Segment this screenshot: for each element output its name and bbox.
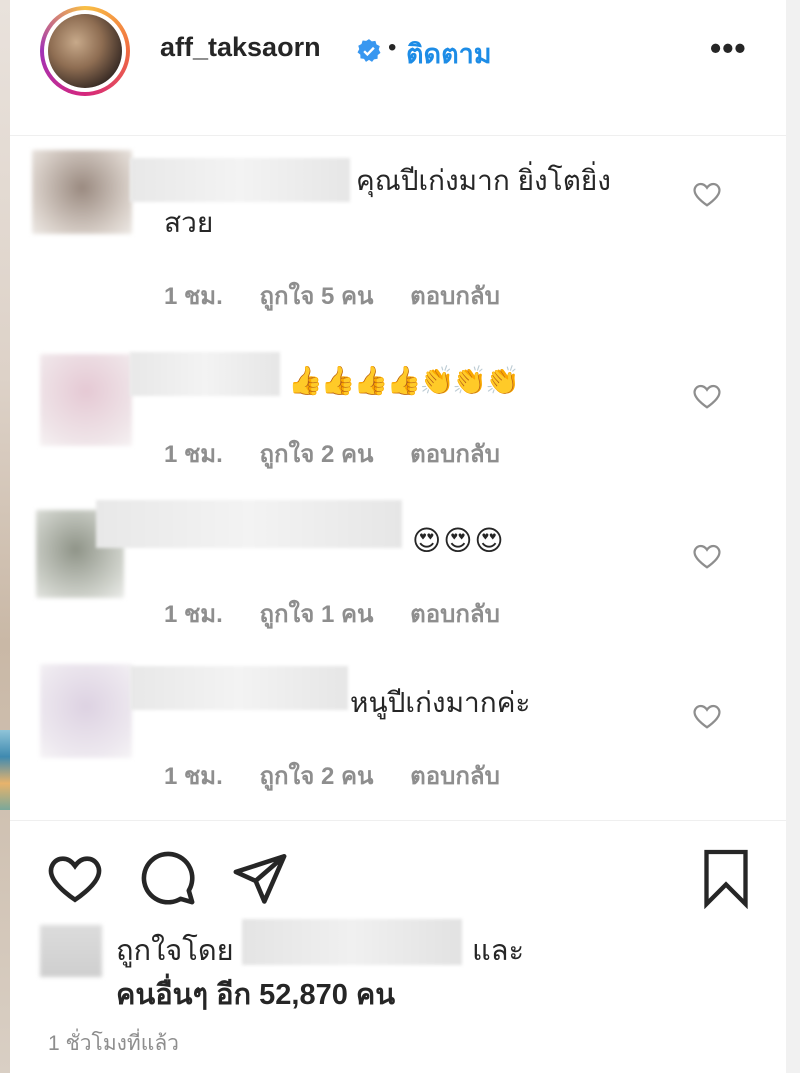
likes-count-link[interactable]: คนอื่นๆ อีก 52,870 คน bbox=[116, 971, 395, 1017]
comment-time: 1 ชม. bbox=[164, 763, 223, 790]
like-comment-heart-icon[interactable] bbox=[692, 542, 722, 570]
comment-meta: 1 ชม. ถูกใจ 2 คน ตอบกลับ bbox=[164, 756, 530, 795]
follow-button[interactable]: ติดตาม bbox=[406, 32, 492, 75]
comment-time: 1 ชม. bbox=[164, 283, 223, 310]
reply-button[interactable]: ตอบกลับ bbox=[410, 601, 500, 628]
commenter-name-blurred[interactable] bbox=[130, 352, 280, 396]
comment-likes[interactable]: ถูกใจ 5 คน bbox=[259, 283, 373, 310]
background-photo-detail bbox=[0, 730, 10, 810]
liker-name-blurred[interactable] bbox=[242, 919, 462, 965]
reply-button[interactable]: ตอบกลับ bbox=[410, 441, 500, 468]
commenter-avatar[interactable] bbox=[32, 150, 132, 234]
comment-time: 1 ชม. bbox=[164, 601, 223, 628]
reply-button[interactable]: ตอบกลับ bbox=[410, 763, 500, 790]
like-comment-heart-icon[interactable] bbox=[692, 702, 722, 730]
avatar-border bbox=[44, 10, 126, 92]
liked-by-label: ถูกใจโดย bbox=[116, 935, 234, 967]
commenter-avatar[interactable] bbox=[40, 664, 132, 758]
commenter-avatar[interactable] bbox=[40, 354, 132, 446]
commenter-name-blurred[interactable] bbox=[130, 158, 350, 202]
liked-and-label: และ bbox=[472, 935, 525, 967]
comment-text: คุณปีเก่งมาก ยิ่งโตยิ่ง bbox=[356, 165, 611, 196]
save-bookmark-icon[interactable] bbox=[700, 847, 752, 909]
comment-meta: 1 ชม. ถูกใจ 2 คน ตอบกลับ bbox=[164, 434, 530, 473]
share-send-icon[interactable] bbox=[230, 849, 290, 907]
more-options-button[interactable]: ••• bbox=[710, 30, 747, 67]
comment-text: 😍😍😍 bbox=[412, 525, 506, 556]
comment-bubble-icon[interactable] bbox=[138, 849, 198, 907]
verified-badge-icon bbox=[357, 39, 381, 62]
reply-button[interactable]: ตอบกลับ bbox=[410, 283, 500, 310]
post-header: aff_taksaorn • ติดตาม ••• bbox=[10, 0, 786, 136]
comment-meta: 1 ชม. ถูกใจ 5 คน ตอบกลับ bbox=[164, 276, 530, 315]
liker-avatar[interactable] bbox=[40, 925, 102, 977]
comment-likes[interactable]: ถูกใจ 2 คน bbox=[259, 441, 373, 468]
comment-meta: 1 ชม. ถูกใจ 1 คน ตอบกลับ bbox=[164, 594, 530, 633]
comment-text-continued: สวย bbox=[164, 207, 214, 238]
comment-likes[interactable]: ถูกใจ 1 คน bbox=[259, 601, 373, 628]
commenter-name-blurred[interactable] bbox=[96, 500, 402, 548]
like-comment-heart-icon[interactable] bbox=[692, 180, 722, 208]
post-actions-section: ถูกใจโดย และ คนอื่นๆ อีก 52,870 คน 1 ชั่… bbox=[10, 820, 786, 1074]
username[interactable]: aff_taksaorn bbox=[160, 32, 321, 63]
separator-dot: • bbox=[388, 34, 397, 61]
background-photo-edge bbox=[0, 0, 10, 1073]
like-heart-icon[interactable] bbox=[46, 851, 104, 905]
post-panel: aff_taksaorn • ติดตาม ••• คุณปีเก่งมาก ย… bbox=[10, 0, 786, 1073]
like-comment-heart-icon[interactable] bbox=[692, 382, 722, 410]
comment-text: 👍👍👍👍👏👏👏 bbox=[288, 365, 520, 396]
comment-likes[interactable]: ถูกใจ 2 คน bbox=[259, 763, 373, 790]
profile-avatar[interactable] bbox=[40, 6, 130, 96]
comment-time: 1 ชม. bbox=[164, 441, 223, 468]
avatar-image bbox=[48, 14, 122, 88]
post-timestamp[interactable]: 1 ชั่วโมงที่แล้ว bbox=[48, 1027, 179, 1060]
window-edge bbox=[785, 0, 800, 1073]
comment-text: หนูปีเก่งมากค่ะ bbox=[350, 687, 531, 718]
commenter-name-blurred[interactable] bbox=[130, 666, 348, 710]
